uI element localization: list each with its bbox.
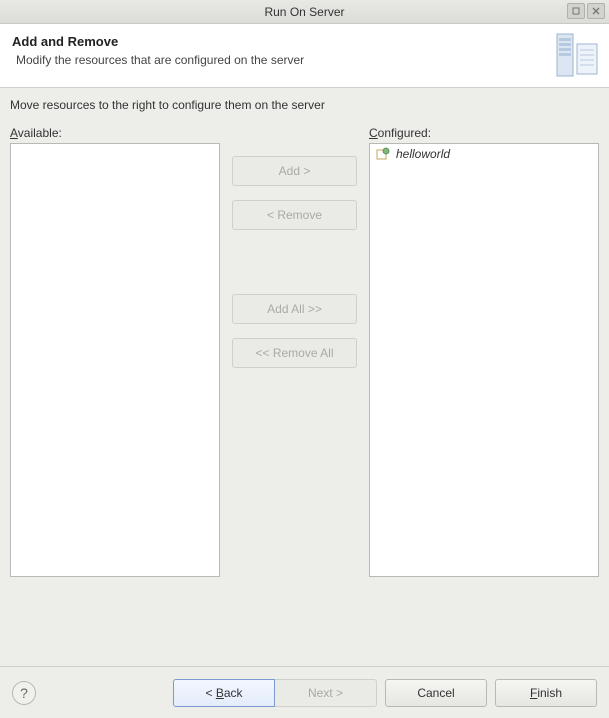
instruction-text: Move resources to the right to configure… [10, 98, 599, 112]
next-button[interactable]: Next > [275, 679, 377, 707]
remove-all-button[interactable]: << Remove All [232, 338, 357, 368]
close-button[interactable] [587, 3, 605, 19]
window-title: Run On Server [264, 5, 344, 19]
wizard-body: Move resources to the right to configure… [0, 88, 609, 583]
transfer-buttons: Add > < Remove Add All >> << Remove All [232, 126, 357, 577]
module-icon [376, 147, 390, 161]
page-description: Modify the resources that are configured… [16, 53, 597, 67]
add-button[interactable]: Add > [232, 156, 357, 186]
spacer [232, 244, 357, 280]
cancel-button[interactable]: Cancel [385, 679, 487, 707]
remove-button[interactable]: < Remove [232, 200, 357, 230]
server-icon [551, 30, 601, 83]
configured-label: Configured: [369, 126, 599, 140]
available-label: Available: [10, 126, 220, 140]
wizard-footer: ? < Back Next > Cancel Finish [0, 666, 609, 718]
configured-column: Configured: helloworld [369, 126, 599, 577]
list-item[interactable]: helloworld [370, 144, 598, 164]
help-icon: ? [20, 685, 28, 701]
list-item-label: helloworld [396, 147, 450, 161]
wizard-header: Add and Remove Modify the resources that… [0, 24, 609, 88]
available-column: Available: [10, 126, 220, 577]
available-listbox[interactable] [10, 143, 220, 577]
configured-listbox[interactable]: helloworld [369, 143, 599, 577]
titlebar: Run On Server [0, 0, 609, 24]
finish-button[interactable]: Finish [495, 679, 597, 707]
transfer-layout: Available: Add > < Remove Add All >> << … [10, 126, 599, 577]
nav-button-pair: < Back Next > [173, 679, 377, 707]
square-icon [572, 7, 580, 15]
page-title: Add and Remove [12, 34, 597, 49]
add-all-button[interactable]: Add All >> [232, 294, 357, 324]
minimize-button[interactable] [567, 3, 585, 19]
help-button[interactable]: ? [12, 681, 36, 705]
window-controls [567, 3, 605, 19]
close-icon [592, 7, 600, 15]
back-button[interactable]: < Back [173, 679, 275, 707]
